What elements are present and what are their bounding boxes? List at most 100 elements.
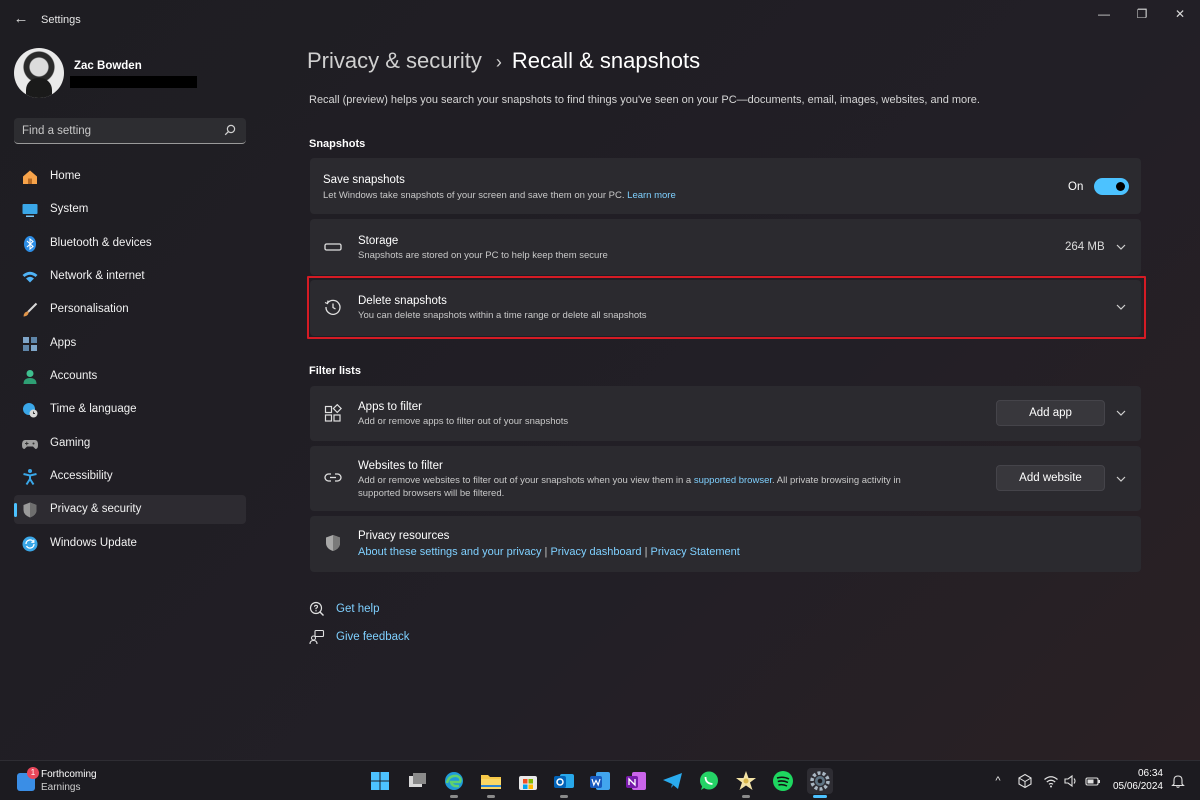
sidebar-item-windows-update[interactable]: Windows Update (14, 529, 246, 558)
volume-icon[interactable] (1063, 773, 1079, 789)
sidebar-item-label: Gaming (50, 437, 90, 449)
taskbar-app-word[interactable] (587, 768, 613, 794)
privacy-dashboard-link[interactable]: Privacy dashboard (550, 546, 641, 558)
sidebar-item-gaming[interactable]: Gaming (14, 429, 246, 458)
taskbar-app-telegram[interactable] (660, 768, 686, 794)
sidebar-item-label: Accounts (50, 370, 97, 382)
chevron-right-icon: › (496, 52, 502, 72)
settings-search[interactable] (14, 118, 246, 144)
supported-browser-link[interactable]: supported browser (694, 475, 772, 486)
chevron-down-icon[interactable] (1115, 407, 1127, 419)
outlook-icon (551, 768, 577, 794)
highlight-box (307, 276, 1146, 339)
sidebar-item-privacy-security[interactable]: Privacy & security (14, 495, 246, 524)
wifi-icon[interactable] (1043, 773, 1059, 789)
breadcrumb-parent[interactable]: Privacy & security (307, 48, 482, 73)
chevron-down-icon[interactable] (1115, 473, 1127, 485)
toggle-state-label: On (1068, 181, 1083, 193)
save-snapshots-toggle[interactable] (1094, 178, 1129, 195)
back-button[interactable]: ← (10, 8, 32, 30)
avatar (14, 48, 64, 98)
sidebar-item-system[interactable]: System (14, 195, 246, 224)
clock[interactable]: 06:34 05/06/2024 (1108, 767, 1163, 793)
telegram-icon (660, 768, 686, 794)
update-icon (21, 535, 39, 553)
help-icon (309, 601, 325, 617)
battery-icon[interactable] (1085, 773, 1101, 789)
sidebar-item-label: Apps (50, 337, 76, 349)
taskbar-app-edge[interactable] (441, 768, 467, 794)
chevron-down-icon[interactable] (1115, 241, 1127, 253)
add-app-button[interactable]: Add app (996, 400, 1105, 426)
start-button[interactable] (367, 768, 393, 794)
taskbar-app-whatsapp[interactable] (696, 768, 722, 794)
breadcrumb: Privacy & security › Recall & snapshots (307, 48, 700, 80)
close-button[interactable]: ✕ (1160, 4, 1200, 24)
whatsapp-icon (696, 768, 722, 794)
save-snapshots-subtitle-text: Let Windows take snapshots of your scree… (323, 190, 625, 201)
taskbar-app-settings[interactable] (807, 768, 833, 794)
add-website-button[interactable]: Add website (996, 465, 1105, 491)
clock-date: 05/06/2024 (1108, 780, 1163, 793)
sidebar-item-bluetooth[interactable]: Bluetooth & devices (14, 229, 246, 258)
app-title: Settings (41, 14, 81, 26)
spotify-icon (770, 768, 796, 794)
tray-overflow-chevron[interactable]: ^ (990, 773, 1006, 789)
shield-icon (323, 533, 343, 553)
sidebar-item-label: Windows Update (50, 537, 137, 549)
sidebar-item-network[interactable]: Network & internet (14, 262, 246, 291)
apps-to-filter-card[interactable]: Apps to filter Add or remove apps to fil… (310, 386, 1141, 441)
shield-icon (21, 501, 39, 519)
profile-name: Zac Bowden (74, 60, 142, 72)
widgets-button[interactable]: 1 Forthcoming Earnings (17, 769, 137, 795)
sidebar-item-time-language[interactable]: Time & language (14, 395, 246, 424)
globe-clock-icon (21, 401, 39, 419)
link-divider: | (545, 546, 548, 558)
cube-app-tray-icon[interactable] (1017, 773, 1033, 789)
privacy-statement-link[interactable]: Privacy Statement (651, 546, 740, 558)
minimize-button[interactable]: — (1084, 4, 1124, 24)
storage-title: Storage (358, 235, 398, 247)
search-icon[interactable] (224, 124, 236, 136)
taskbar-app-outlook[interactable] (551, 768, 577, 794)
websites-to-filter-card[interactable]: Websites to filter Add or remove website… (310, 446, 1141, 511)
task-view-button[interactable] (404, 768, 430, 794)
taskbar-app-onenote[interactable] (623, 768, 649, 794)
toggle-knob (1116, 182, 1125, 191)
sidebar-item-apps[interactable]: Apps (14, 329, 246, 358)
account-icon (21, 368, 39, 386)
page-title: Recall & snapshots (512, 48, 700, 73)
title-bar: ← Settings — ❐ ✕ (0, 0, 1200, 40)
onenote-icon (623, 768, 649, 794)
task-view-icon (404, 768, 430, 794)
user-profile[interactable]: Zac Bowden (14, 48, 254, 98)
sidebar-item-label: Accessibility (50, 470, 113, 482)
edge-icon (441, 768, 467, 794)
wifi-icon (21, 268, 39, 286)
taskbar-app-store[interactable] (515, 768, 541, 794)
sidebar-item-accounts[interactable]: Accounts (14, 362, 246, 391)
sidebar-item-home[interactable]: Home (14, 162, 246, 191)
notification-bell-icon[interactable] (1170, 773, 1186, 789)
taskbar-app-file-explorer[interactable] (478, 768, 504, 794)
sidebar-item-label: Home (50, 170, 81, 182)
widget-title: Forthcoming (41, 769, 97, 780)
about-settings-link[interactable]: About these settings and your privacy (358, 546, 541, 558)
privacy-resources-title: Privacy resources (358, 530, 449, 542)
learn-more-link[interactable]: Learn more (627, 190, 676, 201)
storage-card[interactable]: Storage Snapshots are stored on your PC … (310, 219, 1141, 275)
search-input[interactable] (22, 123, 217, 139)
taskbar-app-spotify[interactable] (770, 768, 796, 794)
sidebar-item-label: Network & internet (50, 270, 145, 282)
sidebar-item-personalisation[interactable]: Personalisation (14, 295, 246, 324)
brush-icon (21, 301, 39, 319)
sidebar-item-label: Privacy & security (50, 503, 141, 515)
taskbar-app-vanilla[interactable] (733, 768, 759, 794)
sidebar-nav: Home System Bluetooth & devices Network … (14, 162, 246, 562)
maximize-button[interactable]: ❐ (1122, 4, 1162, 24)
websites-to-filter-subtitle: Add or remove websites to filter out of … (358, 474, 968, 500)
vanilla-app-icon (733, 768, 759, 794)
sidebar-item-accessibility[interactable]: Accessibility (14, 462, 246, 491)
sidebar-item-label: Personalisation (50, 303, 129, 315)
websites-to-filter-title: Websites to filter (358, 460, 443, 472)
